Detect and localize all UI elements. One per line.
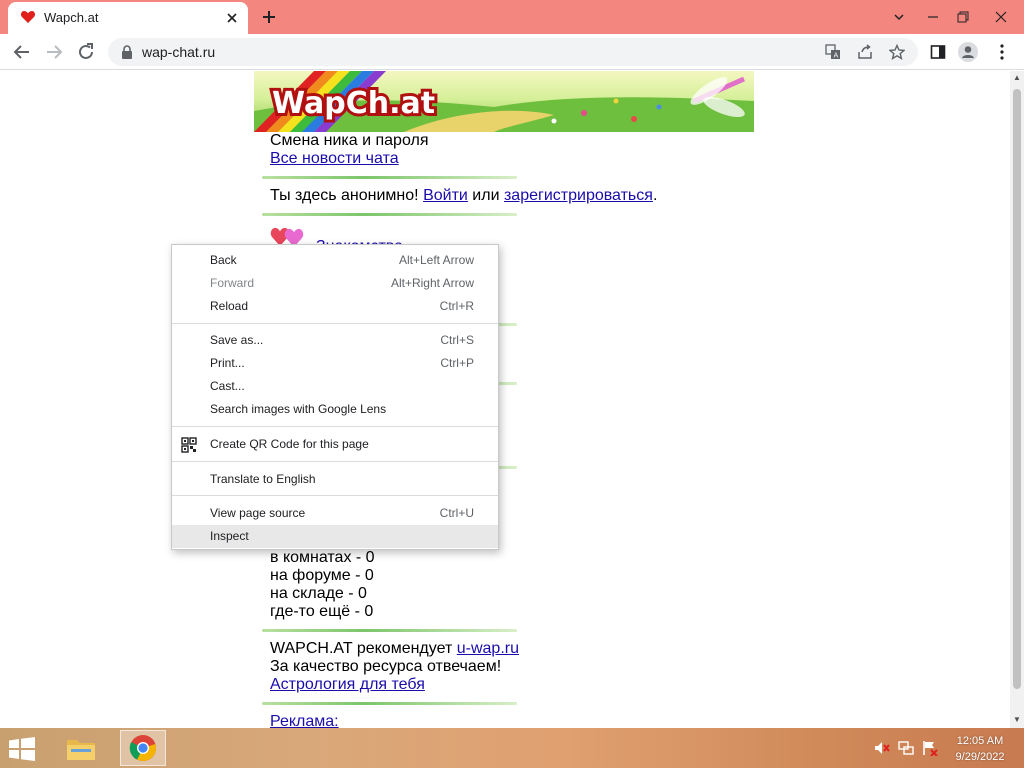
change-nick-link[interactable]: Смена ника и пароля [270, 132, 429, 150]
site-banner[interactable]: WapCh.at [254, 71, 754, 132]
menu-item-save-as[interactable]: Save as... Ctrl+S [172, 329, 498, 352]
file-explorer-icon[interactable] [58, 730, 104, 766]
stats-warehouse: на складе - 0 [270, 585, 367, 602]
qr-code-icon [181, 437, 197, 453]
menu-separator [172, 323, 498, 324]
tab-search-chevron-icon[interactable] [882, 0, 916, 34]
menu-item-inspect[interactable]: Inspect [172, 525, 498, 548]
new-tab-plus-icon[interactable] [260, 8, 278, 26]
period-text: . [652, 187, 658, 204]
chrome-taskbar-icon[interactable] [120, 730, 166, 766]
register-link[interactable]: зарегистрироваться [504, 187, 653, 204]
menu-item-qr-code[interactable]: Create QR Code for this page [172, 433, 498, 456]
divider [262, 176, 517, 179]
u-wap-link[interactable]: u-wap.ru [457, 640, 519, 657]
page-scrollbar[interactable]: ▲ ▼ [1010, 71, 1024, 728]
divider [262, 213, 517, 216]
site-logo: WapCh.at [272, 86, 435, 121]
stats-rooms: в комнатах - 0 [270, 549, 375, 566]
menu-separator [172, 461, 498, 462]
address-bar[interactable]: wap-chat.ru A [108, 38, 918, 66]
speaker-muted-icon[interactable] [874, 740, 890, 756]
scroll-up-arrow-icon[interactable]: ▲ [1013, 73, 1021, 83]
context-menu: Back Alt+Left Arrow Forward Alt+Right Ar… [171, 244, 499, 550]
menu-kebab-icon[interactable] [992, 42, 1012, 62]
close-tab-icon[interactable] [224, 10, 240, 26]
menu-item-view-source[interactable]: View page source Ctrl+U [172, 502, 498, 525]
menu-separator [172, 426, 498, 427]
banner-image: WapCh.at [254, 71, 754, 132]
clock-time: 12:05 AM [956, 735, 1004, 747]
menu-separator [172, 495, 498, 496]
menu-item-back[interactable]: Back Alt+Left Arrow [172, 249, 498, 272]
translate-icon[interactable]: A [824, 43, 842, 61]
menu-item-print[interactable]: Print... Ctrl+P [172, 352, 498, 375]
web-page: WapCh.at Смена ника и пароля Все новости… [0, 71, 1010, 728]
url-text[interactable]: wap-chat.ru [142, 44, 215, 60]
or-text: или [472, 187, 500, 204]
reload-icon[interactable] [76, 42, 96, 62]
restore-icon[interactable] [946, 0, 980, 34]
anonymous-notice: Ты здесь анонимно! Войти или зарегистрир… [270, 187, 657, 205]
ads-link[interactable]: Реклама: [270, 713, 339, 728]
login-link[interactable]: Войти [423, 187, 468, 204]
share-icon[interactable] [856, 43, 874, 61]
anonymous-text: Ты здесь анонимно! [270, 187, 419, 204]
svg-text:A: A [834, 52, 839, 60]
recommend-text: WAPCH.AT рекомендует [270, 640, 453, 657]
stats-forum: на форуме - 0 [270, 567, 374, 584]
menu-item-google-lens[interactable]: Search images with Google Lens [172, 398, 498, 421]
back-arrow-icon[interactable] [12, 42, 32, 62]
title-bar: Wapch.at [0, 0, 1024, 34]
menu-item-reload[interactable]: Reload Ctrl+R [172, 295, 498, 318]
heart-favicon-icon [20, 11, 36, 23]
minimize-icon[interactable] [916, 0, 950, 34]
profile-avatar-icon[interactable] [958, 42, 978, 62]
close-window-icon[interactable] [984, 0, 1018, 34]
quality-text: За качество ресурса отвечаем! [270, 658, 502, 675]
lock-icon[interactable] [120, 45, 134, 59]
system-clock[interactable]: 12:05 AM 9/29/2022 [944, 733, 1016, 765]
action-center-flag-icon[interactable] [922, 740, 938, 756]
scrollbar-thumb[interactable] [1013, 89, 1021, 689]
browser-toolbar: wap-chat.ru A [0, 34, 1024, 70]
menu-item-cast[interactable]: Cast... [172, 375, 498, 398]
menu-item-forward[interactable]: Forward Alt+Right Arrow [172, 272, 498, 295]
windows-taskbar: 12:05 AM 9/29/2022 [0, 728, 1024, 768]
divider [262, 629, 517, 632]
all-news-link[interactable]: Все новости чата [270, 150, 399, 167]
network-icon[interactable] [898, 740, 914, 756]
bookmark-star-icon[interactable] [888, 43, 906, 61]
divider [262, 702, 517, 705]
tab-title: Wapch.at [44, 10, 99, 25]
astrology-link[interactable]: Астрология для тебя [270, 676, 425, 693]
scroll-down-arrow-icon[interactable]: ▼ [1013, 715, 1021, 725]
side-panel-icon[interactable] [928, 42, 948, 62]
recommend-line: WAPCH.AT рекомендует u-wap.ru [270, 640, 519, 658]
forward-arrow-icon[interactable] [44, 42, 64, 62]
clock-date: 9/29/2022 [955, 751, 1005, 763]
browser-tab[interactable]: Wapch.at [8, 2, 248, 34]
menu-item-translate[interactable]: Translate to English [172, 468, 498, 491]
windows-start-icon[interactable] [8, 737, 36, 761]
stats-elsewhere: где-то ещё - 0 [270, 603, 374, 620]
